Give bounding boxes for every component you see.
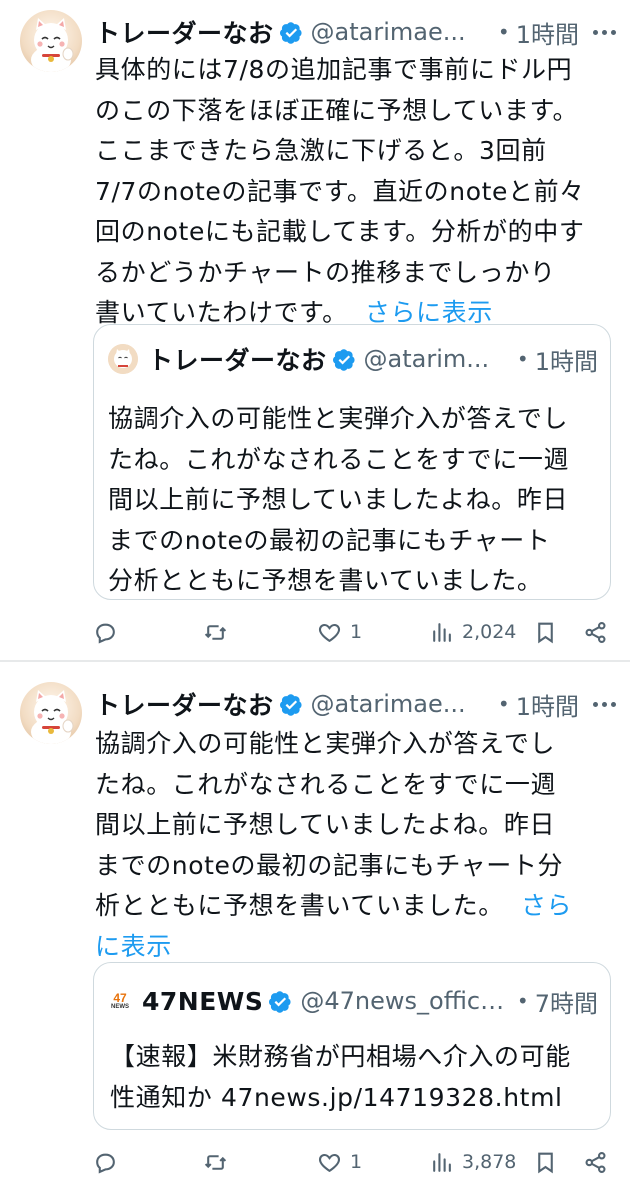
timestamp[interactable]: 1時間	[516, 687, 579, 722]
retweet-button[interactable]	[203, 614, 236, 650]
show-more-link[interactable]: さらに表示	[365, 298, 493, 327]
views-chart-icon	[433, 622, 451, 642]
quoted-author-name: トレーダーなお	[148, 346, 327, 375]
bookmark-icon	[538, 622, 553, 643]
author-name[interactable]: トレーダーなお	[95, 686, 274, 722]
quoted-text-line: 協調介入の可能性と実弾介入が答えでし	[108, 404, 569, 433]
separator-dot: •	[516, 989, 529, 1013]
quoted-author-name: 47NEWS	[142, 986, 264, 1016]
view-count: 2,024	[462, 621, 517, 643]
separator-dot: •	[497, 20, 510, 44]
quoted-author-handle: @47news_offici...	[300, 987, 509, 1015]
bookmark-icon	[538, 1152, 553, 1173]
tweet-text-line: たね。これがなされることをすでに一週	[95, 769, 557, 799]
quoted-author-avatar	[108, 344, 138, 374]
lucky-cat-avatar-icon	[31, 690, 74, 744]
more-options-icon[interactable]	[593, 29, 616, 35]
share-button[interactable]	[583, 614, 608, 650]
like-button[interactable]: 1	[317, 1144, 362, 1180]
lucky-cat-avatar-icon	[31, 18, 74, 72]
tweet-text-line: ここまできたら急激に下げると。3回前	[95, 136, 547, 165]
tweet-text-line: 7/7のnoteの記事です。直近のnoteと前々	[95, 176, 585, 206]
like-count: 1	[350, 1151, 363, 1173]
tweet[interactable]: トレーダーなお @atarimae... • 1時間 具体的には7/8の追加記事…	[0, 0, 630, 660]
quoted-tweet-header: トレーダーなお @atarim... • 1時間	[108, 343, 598, 376]
bookmark-button[interactable]	[533, 1144, 558, 1180]
news-logo-number: 47	[113, 991, 127, 1005]
news-logo-icon: 47 NEWS	[108, 989, 132, 1013]
tweet-text-tail: 書いていたわけです。	[95, 298, 348, 327]
views-button[interactable]: 3,878	[429, 1144, 516, 1180]
reply-icon	[96, 1153, 115, 1173]
quoted-timestamp: 7時間	[534, 989, 598, 1018]
view-count: 3,878	[462, 1151, 517, 1173]
tweet-header: トレーダーなお @atarimae... • 1時間	[95, 686, 616, 722]
like-count: 1	[350, 621, 363, 643]
tweet-text-line: のこの下落をほぼ正確に予想しています。	[95, 95, 579, 125]
timestamp[interactable]: 1時間	[516, 15, 579, 50]
quoted-text-line: 間以上前に予想していましたよね。昨日	[108, 485, 569, 514]
author-avatar[interactable]	[20, 10, 82, 72]
share-icon	[585, 1151, 606, 1173]
bookmark-button[interactable]	[533, 614, 558, 650]
reply-button[interactable]	[93, 1144, 126, 1180]
more-options-icon[interactable]	[593, 701, 616, 707]
quoted-timestamp: 1時間	[534, 347, 598, 376]
quoted-author-handle: @atarim...	[363, 345, 490, 373]
author-name[interactable]: トレーダーなお	[95, 14, 274, 50]
news-logo-text: NEWS	[111, 1004, 129, 1010]
heart-icon	[318, 1153, 341, 1172]
views-button[interactable]: 2,024	[429, 614, 516, 650]
tweet-text-line: までのnoteの最初の記事にもチャート分	[95, 850, 564, 880]
like-button[interactable]: 1	[317, 614, 362, 650]
tweet[interactable]: トレーダーなお @atarimae... • 1時間 協調介入の可能性と実弾介入…	[0, 662, 630, 1199]
reply-icon	[96, 623, 115, 643]
separator-dot: •	[516, 347, 529, 371]
tweet-text-line: 間以上前に予想していましたよね。昨日	[95, 810, 556, 839]
share-button[interactable]	[583, 1144, 608, 1180]
author-avatar[interactable]	[20, 682, 82, 744]
tweet-text-tail: 析とともに予想を書いていました。	[95, 891, 504, 920]
tweet-actions: 1 2,024	[93, 614, 613, 650]
tweet-text: 協調介入の可能性と実弾介入が答えでし たね。これがなされることをすでに一週 間以…	[95, 724, 600, 967]
verified-badge-icon	[279, 693, 302, 716]
quoted-tweet-header: 47 NEWS 47NEWS @47news_offici... • 7時間	[108, 985, 598, 1018]
retweet-icon	[204, 624, 227, 640]
quoted-text-line: までのnoteの最初の記事にもチャート	[108, 525, 551, 555]
tweet-text-line: 具体的には7/8の追加記事で事前にドル円	[95, 55, 573, 84]
tweet-text-line: 析とともに予想を書いていました。 さら	[95, 886, 600, 927]
quoted-text-line: 分析とともに予想を書いていました。	[108, 566, 543, 595]
quoted-tweet[interactable]: 47 NEWS 47NEWS @47news_offici... • 7時間 【…	[93, 962, 611, 1130]
retweet-icon	[204, 1154, 227, 1170]
tweet-text: 具体的には7/8の追加記事で事前にドル円 のこの下落をほぼ正確に予想しています。…	[95, 50, 600, 334]
quoted-text-line: 性通知か 47news.jp/14719328.html	[110, 1082, 563, 1112]
quoted-tweet-text: 【速報】米財務省が円相場へ介入の可能 性通知か 47news.jp/147193…	[110, 1037, 600, 1118]
heart-icon	[318, 623, 341, 642]
tweet-text-line: るかどうかチャートの推移までしっかり	[95, 257, 556, 287]
tweet-actions: 1 3,878	[93, 1144, 613, 1180]
verified-badge-icon	[279, 21, 302, 44]
quoted-text-line: たね。これがなされることをすでに一週	[108, 444, 570, 474]
tweet-text-line: 協調介入の可能性と実弾介入が答えでし	[95, 729, 556, 758]
verified-badge-icon	[269, 990, 291, 1013]
tweet-header: トレーダーなお @atarimae... • 1時間	[95, 14, 616, 50]
verified-badge-icon	[332, 348, 355, 371]
show-more-link[interactable]: さら	[521, 891, 572, 920]
views-chart-icon	[433, 1152, 451, 1172]
quoted-tweet-text: 協調介入の可能性と実弾介入が答えでし たね。これがなされることをすでに一週 間以…	[108, 399, 600, 599]
show-more-link-continued[interactable]: に表示	[95, 927, 600, 968]
lucky-cat-avatar-icon	[108, 344, 138, 374]
author-handle[interactable]: @atarimae...	[311, 18, 490, 46]
tweet-text-line: 回のnoteにも記載してます。分析が的中す	[95, 217, 585, 246]
retweet-button[interactable]	[203, 1144, 236, 1180]
quoted-text-line: 【速報】米財務省が円相場へ介入の可能	[110, 1042, 571, 1071]
quoted-tweet[interactable]: トレーダーなお @atarim... • 1時間 協調介入の可能性と実弾介入が答…	[93, 324, 611, 600]
author-handle[interactable]: @atarimae...	[311, 690, 490, 718]
separator-dot: •	[497, 692, 510, 716]
share-icon	[585, 621, 606, 643]
reply-button[interactable]	[93, 614, 126, 650]
